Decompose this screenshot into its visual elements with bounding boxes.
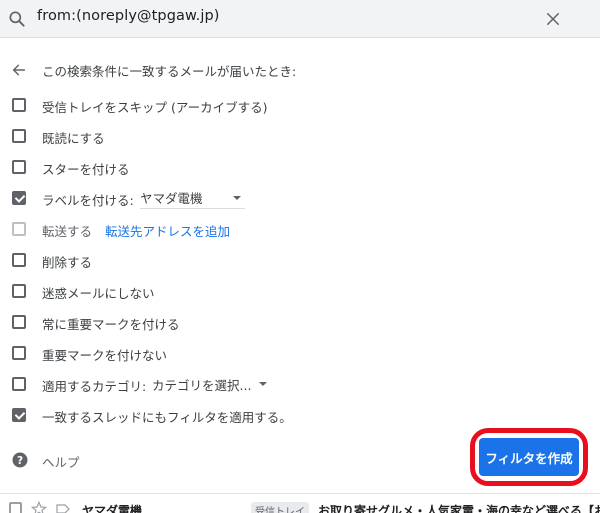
option-delete: 削除する (0, 248, 600, 272)
mail-checkbox[interactable] (9, 502, 22, 513)
option-label: 転送する (42, 224, 93, 239)
always-important-checkbox[interactable] (12, 315, 26, 329)
apply-label-checkbox[interactable] (12, 191, 26, 205)
option-apply-label: ラベルを付ける: ヤマダ電機 (0, 186, 600, 210)
help-icon[interactable]: ? (11, 451, 29, 469)
mail-sender: ヤマダ電機 (82, 504, 143, 513)
category-select-value: カテゴリを選択... (152, 377, 252, 393)
label-select-value: ヤマダ電機 (140, 191, 203, 206)
mail-row[interactable]: ヤマダ電機 受信トレイ お取り寄せグルメ・人気家電・海の幸など選べる【お (0, 493, 600, 513)
forward-checkbox[interactable] (12, 222, 26, 236)
option-never-spam: 迷惑メールにしない (0, 279, 600, 303)
search-icon[interactable] (7, 9, 27, 29)
arrow-back-icon[interactable] (11, 62, 27, 78)
apply-to-threads-checkbox[interactable] (12, 408, 26, 422)
option-forward: 転送する 転送先アドレスを追加 (0, 217, 600, 241)
option-category: 適用するカテゴリ: カテゴリを選択... (0, 372, 600, 396)
option-star: スターを付ける (0, 155, 600, 179)
help-link[interactable]: ヘルプ (42, 452, 80, 471)
option-skip-inbox: 受信トレイをスキップ (アーカイブする) (0, 93, 600, 117)
search-input[interactable]: from:(noreply@tpgaw.jp) (37, 8, 220, 24)
mark-read-checkbox[interactable] (12, 129, 26, 143)
category-select[interactable]: カテゴリを選択... (152, 373, 268, 395)
label-select[interactable]: ヤマダ電機 (140, 187, 245, 209)
option-label: 既読にする (42, 131, 105, 146)
option-label: 迷惑メールにしない (42, 286, 155, 301)
option-mark-read: 既読にする (0, 124, 600, 148)
chevron-down-icon (233, 195, 241, 200)
option-label: 常に重要マークを付ける (42, 317, 180, 332)
search-bar: from:(noreply@tpgaw.jp) (0, 0, 600, 38)
option-label: 重要マークを付けない (42, 348, 168, 363)
add-forwarding-address-link[interactable]: 転送先アドレスを追加 (105, 221, 230, 240)
delete-checkbox[interactable] (12, 253, 26, 267)
mail-subject: お取り寄せグルメ・人気家電・海の幸など選べる【お (318, 504, 600, 513)
option-always-important: 常に重要マークを付ける (0, 310, 600, 334)
option-label: 一致するスレッドにもフィルタを適用する。 (42, 410, 292, 425)
filter-header-text: この検索条件に一致するメールが届いたとき: (42, 64, 297, 79)
never-important-checkbox[interactable] (12, 346, 26, 360)
never-spam-checkbox[interactable] (12, 284, 26, 298)
help-row: ? ヘルプ (0, 448, 300, 472)
option-never-important: 重要マークを付けない (0, 341, 600, 365)
filter-panel: この検索条件に一致するメールが届いたとき: 受信トレイをスキップ (アーカイブす… (0, 38, 600, 493)
star-checkbox[interactable] (12, 160, 26, 174)
option-apply-to-threads: 一致するスレッドにもフィルタを適用する。 (0, 403, 600, 427)
option-label: 受信トレイをスキップ (アーカイブする) (42, 100, 268, 115)
star-icon[interactable] (31, 501, 47, 513)
inbox-badge: 受信トレイ (251, 502, 309, 513)
option-label: 適用するカテゴリ: (42, 379, 147, 394)
label-arrow-icon[interactable] (55, 501, 71, 513)
create-filter-button[interactable]: フィルタを作成 (479, 438, 579, 476)
option-label: ラベルを付ける: (42, 193, 134, 208)
category-checkbox[interactable] (12, 377, 26, 391)
option-label: スターを付ける (42, 162, 130, 177)
chevron-down-icon (259, 382, 268, 386)
filter-header: この検索条件に一致するメールが届いたとき: (0, 58, 600, 82)
close-icon[interactable] (544, 10, 562, 28)
svg-text:?: ? (17, 455, 23, 467)
skip-inbox-checkbox[interactable] (12, 98, 26, 112)
option-label: 削除する (42, 255, 93, 270)
